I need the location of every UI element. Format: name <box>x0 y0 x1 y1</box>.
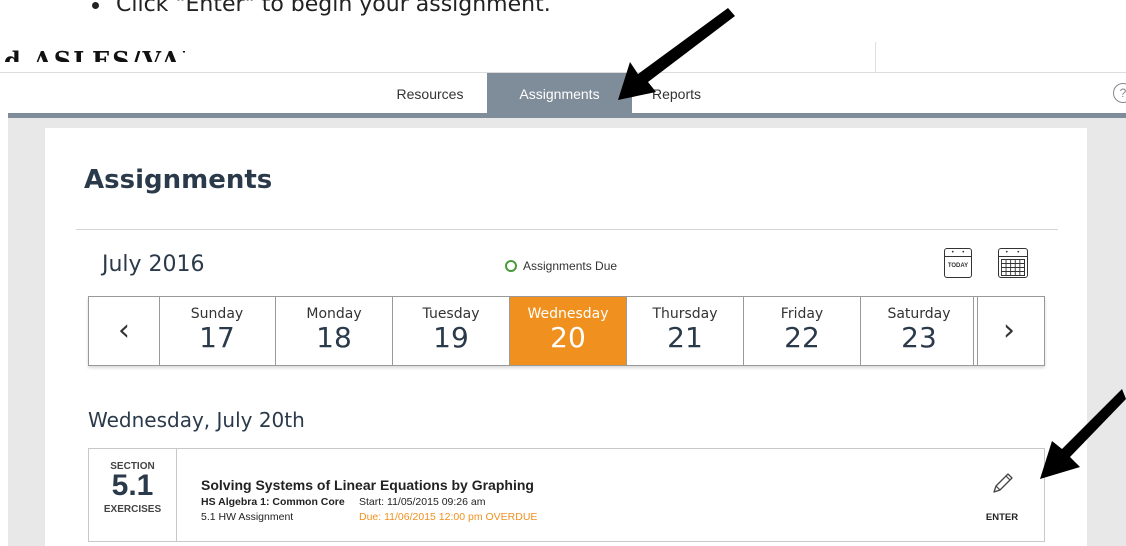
legend-label: Assignments Due <box>523 259 618 273</box>
day-name: Friday <box>780 306 824 322</box>
tab-assignments[interactable]: Assignments <box>487 73 632 113</box>
day-name: Thursday <box>652 306 718 322</box>
month-calendar-icon[interactable]: •• <box>998 248 1028 278</box>
logo-text: d ASLES/VALL <box>4 46 185 62</box>
bullet-icon <box>92 2 99 9</box>
day-saturday[interactable]: Saturday 23 <box>861 297 978 365</box>
tab-reports[interactable]: Reports <box>652 73 742 113</box>
enter-button[interactable]: ENTER <box>977 467 1027 523</box>
assignment-start: Start: 11/05/2015 09:26 am <box>359 496 486 508</box>
logo: d ASLES/VALL <box>0 40 185 62</box>
day-friday[interactable]: Friday 22 <box>744 297 861 365</box>
assignment-course: HS Algebra 1: Common Core <box>201 496 345 508</box>
section-number: 5.1 <box>111 469 154 502</box>
calendar-month: July 2016 <box>102 252 205 277</box>
day-number: 18 <box>316 321 352 354</box>
day-name: Tuesday <box>422 306 480 322</box>
header-divider <box>875 42 876 74</box>
nav-bar: Resources Assignments Reports ? <box>0 73 1126 113</box>
due-dot-icon <box>505 260 517 272</box>
day-name: Monday <box>306 306 362 322</box>
exercises-label: EXERCISES <box>103 504 162 515</box>
enter-label: ENTER <box>985 512 1019 523</box>
pencil-icon <box>993 473 1013 493</box>
tab-resources[interactable]: Resources <box>384 73 476 113</box>
day-name: Wednesday <box>527 306 609 322</box>
assignment-type: 5.1 HW Assignment <box>201 511 294 523</box>
today-label: TODAY <box>947 263 969 269</box>
help-icon[interactable]: ? <box>1113 83 1126 103</box>
instruction-text: Click "Enter" to begin your assignment. <box>116 0 551 17</box>
section-badge: SECTION 5.1 EXERCISES <box>89 449 177 541</box>
day-number: 22 <box>784 321 820 354</box>
page-title: Assignments <box>84 165 273 195</box>
assignments-due-legend: Assignments Due <box>505 259 617 273</box>
day-sunday[interactable]: Sunday 17 <box>159 297 276 365</box>
selected-date-heading: Wednesday, July 20th <box>88 408 305 432</box>
day-number: 17 <box>199 321 235 354</box>
chevron-left-icon[interactable]: ‹ <box>89 297 160 365</box>
day-number: 21 <box>667 321 703 354</box>
day-monday[interactable]: Monday 18 <box>276 297 393 365</box>
today-calendar-icon[interactable]: •• TODAY <box>944 248 972 278</box>
assignment-due: Due: 11/06/2015 12:00 pm OVERDUE <box>359 511 538 523</box>
day-wednesday[interactable]: Wednesday 20 <box>510 297 627 365</box>
title-divider <box>76 229 1058 230</box>
chevron-right-icon[interactable]: › <box>973 297 1044 365</box>
day-number: 23 <box>901 321 937 354</box>
day-thursday[interactable]: Thursday 21 <box>627 297 744 365</box>
assignment-title[interactable]: Solving Systems of Linear Equations by G… <box>201 477 534 493</box>
assignment-row[interactable]: SECTION 5.1 EXERCISES Solving Systems of… <box>88 448 1045 542</box>
day-number: 20 <box>550 321 586 354</box>
week-strip: ‹ Sunday 17 Monday 18 Tuesday 19 Wednesd… <box>88 296 1045 366</box>
day-tuesday[interactable]: Tuesday 19 <box>393 297 510 365</box>
day-name: Saturday <box>887 306 951 322</box>
day-number: 19 <box>433 321 469 354</box>
day-name: Sunday <box>190 306 244 322</box>
